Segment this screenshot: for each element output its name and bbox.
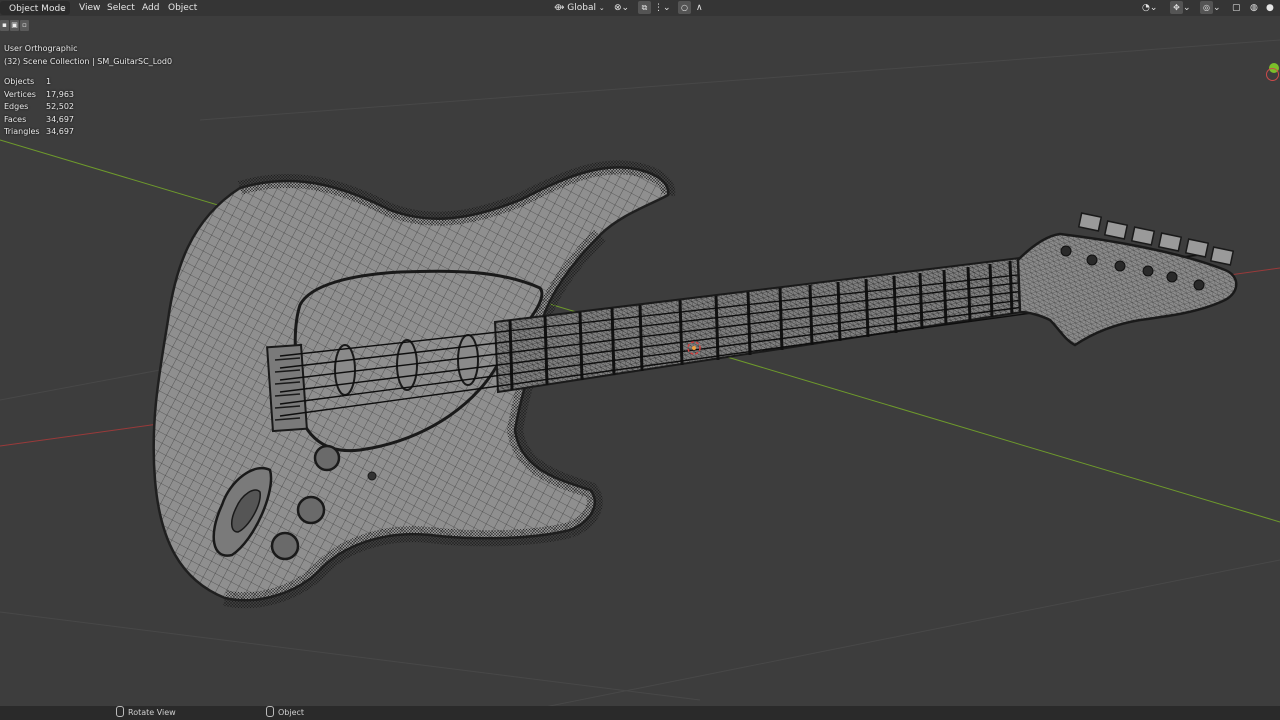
status-hint-rotate: Rotate View bbox=[116, 706, 176, 720]
statistics-overlay: Objects 1 Vertices 17,963 Edges 52,502 Face… bbox=[4, 76, 74, 139]
pickup-neck bbox=[457, 334, 479, 386]
stat-label: Triangles bbox=[4, 127, 40, 136]
mode-label: Object Mode bbox=[9, 4, 66, 14]
gizmo-x-axis-icon[interactable] bbox=[1266, 68, 1279, 81]
viewport-info: User Orthographic (32) Scene Collection … bbox=[4, 42, 172, 68]
orientation-icon: ⟴ bbox=[554, 3, 565, 13]
object-mode-selector[interactable]: Object Mode ⌄ bbox=[0, 1, 70, 15]
stat-label: Vertices bbox=[4, 89, 36, 99]
status-hint-object: Object bbox=[266, 706, 304, 720]
xray-icon[interactable]: ▢ bbox=[1232, 0, 1241, 16]
guitar-mesh bbox=[152, 160, 1238, 609]
stat-row: Edges 52,502 bbox=[4, 101, 74, 114]
selection-mode-buttons: ▪ ▣ ▫ bbox=[0, 20, 30, 33]
snap-target-icon[interactable]: ⋮⌄ bbox=[654, 0, 671, 16]
3d-viewport[interactable] bbox=[0, 0, 1280, 720]
overlay-toggle-icon[interactable]: ◎ ⌄ bbox=[1200, 0, 1221, 16]
menu-add[interactable]: Add bbox=[141, 0, 160, 16]
falloff-icon[interactable]: ∧ bbox=[696, 0, 703, 16]
select-new-icon[interactable]: ▪ bbox=[0, 20, 9, 31]
stat-value: 34,697 bbox=[46, 114, 74, 124]
mouse-icon bbox=[116, 706, 124, 717]
select-subtract-icon[interactable]: ▫ bbox=[20, 20, 29, 31]
knob-tone-1 bbox=[296, 495, 326, 525]
knob-tone-2 bbox=[270, 531, 300, 561]
view-name: User Orthographic bbox=[4, 44, 78, 53]
menu-select[interactable]: Select bbox=[106, 0, 136, 16]
status-hint-label: Rotate View bbox=[128, 708, 176, 717]
wireframe-shading-icon[interactable]: ◍ bbox=[1250, 0, 1258, 16]
status-hint-label: Object bbox=[278, 708, 305, 717]
collection-label: (32) Scene Collection | SM_GuitarSC_Lod0 bbox=[4, 57, 173, 66]
pivot-icon[interactable]: ⊗⌄ bbox=[614, 0, 629, 16]
stat-value: 34,697 bbox=[46, 127, 74, 136]
chevron-down-icon: ⌄ bbox=[60, 5, 66, 13]
chevron-down-icon: ⌄ bbox=[598, 4, 605, 12]
stat-value: 1 bbox=[46, 77, 52, 86]
stat-row: Vertices 17,963 bbox=[4, 89, 74, 102]
transform-orientation[interactable]: ⟴ Global ⌄ bbox=[554, 0, 605, 16]
stat-value: 52,502 bbox=[46, 102, 74, 111]
status-bar: Rotate View Object bbox=[0, 706, 1280, 720]
stat-row: Faces 34,697 bbox=[4, 114, 74, 127]
gizmo-toggle-icon[interactable]: ✥ ⌄ bbox=[1170, 0, 1191, 16]
mouse-icon bbox=[266, 706, 274, 717]
stat-row: Objects 1 bbox=[4, 76, 74, 89]
orientation-label: Global bbox=[567, 3, 597, 13]
stat-value: 17,963 bbox=[46, 89, 74, 99]
viewport-header: Object Mode ⌄ View Select Add Object ⟴ G… bbox=[0, 0, 1280, 16]
stat-label: Objects bbox=[4, 77, 35, 86]
selector-switch bbox=[367, 471, 377, 481]
stat-row: Triangles 34,697 bbox=[4, 126, 74, 139]
bridge bbox=[266, 343, 308, 433]
solid-shading-icon[interactable]: ● bbox=[1266, 0, 1274, 16]
select-extend-icon[interactable]: ▣ bbox=[10, 20, 19, 31]
snap-icon[interactable]: ⧉ bbox=[638, 0, 651, 16]
menu-view[interactable]: View bbox=[78, 0, 101, 16]
stat-label: Faces bbox=[4, 114, 27, 124]
visibility-icon[interactable]: ◔⌄ bbox=[1142, 0, 1157, 16]
proportional-edit-icon[interactable]: ○ bbox=[678, 0, 691, 16]
pickup-bridge bbox=[334, 344, 356, 396]
menu-object[interactable]: Object bbox=[167, 0, 198, 16]
stat-label: Edges bbox=[4, 102, 29, 111]
knob-volume bbox=[313, 444, 341, 472]
